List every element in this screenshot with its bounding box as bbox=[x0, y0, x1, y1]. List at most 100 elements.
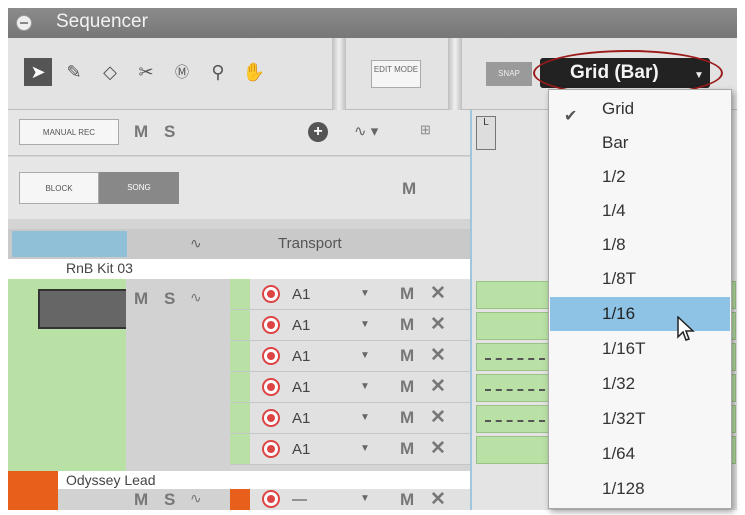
lane-mute-button[interactable]: M bbox=[400, 346, 414, 366]
record-enable-icon[interactable] bbox=[262, 378, 280, 396]
track-name: RnB Kit 03 bbox=[66, 260, 133, 276]
track-controls: M S ∿ bbox=[58, 489, 230, 510]
block-song-row: BLOCK SONG M bbox=[8, 157, 470, 219]
menu-item-1-32t[interactable]: 1/32T bbox=[550, 402, 730, 436]
edit-mode-button[interactable]: EDIT MODE bbox=[371, 60, 421, 88]
menu-item-1-16[interactable]: 1/16 bbox=[550, 297, 730, 331]
lane-mute-button[interactable]: M bbox=[400, 377, 414, 397]
lane-note: A1 bbox=[292, 441, 311, 458]
menu-item-1-4[interactable]: 1/4 bbox=[550, 194, 730, 228]
lane-mute-button[interactable]: M bbox=[400, 315, 414, 335]
automation-icon[interactable]: ∿ bbox=[190, 235, 202, 252]
chevron-down-icon[interactable]: ▼ bbox=[360, 443, 370, 454]
song-mode-button[interactable]: SONG bbox=[99, 172, 179, 204]
chevron-down-icon[interactable]: ▼ bbox=[360, 288, 370, 299]
track-color-strip bbox=[8, 279, 128, 471]
automation-icon[interactable]: ∿ bbox=[190, 490, 202, 507]
snap-button[interactable]: SNAP bbox=[486, 62, 532, 86]
chevron-down-icon[interactable]: ▼ bbox=[360, 319, 370, 330]
record-enable-icon[interactable] bbox=[262, 490, 280, 508]
lane-delete-icon[interactable]: ✕ bbox=[430, 488, 446, 510]
chevron-down-icon[interactable]: ▼ bbox=[360, 412, 370, 423]
record-enable-icon[interactable] bbox=[262, 347, 280, 365]
menu-item-1-8[interactable]: 1/8 bbox=[550, 228, 730, 262]
transport-strip[interactable] bbox=[12, 231, 127, 257]
loop-left-marker-icon[interactable]: L bbox=[476, 116, 496, 150]
window-title: Sequencer bbox=[56, 11, 148, 32]
lane-note: A1 bbox=[292, 286, 311, 303]
record-enable-icon[interactable] bbox=[262, 409, 280, 427]
lane-delete-icon[interactable]: ✕ bbox=[430, 313, 446, 336]
mute-button[interactable]: M bbox=[134, 490, 148, 510]
eraser-tool-icon[interactable]: ◇ bbox=[96, 58, 124, 86]
mute-button[interactable]: M bbox=[134, 289, 148, 309]
lane-note: — bbox=[292, 491, 307, 508]
menu-item-1-8t[interactable]: 1/8T bbox=[550, 262, 730, 296]
menu-item-1-16t[interactable]: 1/16T bbox=[550, 332, 730, 366]
device-thumbnail bbox=[38, 289, 128, 329]
transport-track: ∿ Transport bbox=[8, 229, 470, 259]
lane-mute-button[interactable]: M bbox=[400, 490, 414, 510]
record-enable-icon[interactable] bbox=[262, 285, 280, 303]
song-mute-button[interactable]: M bbox=[402, 179, 416, 199]
solo-button[interactable]: S bbox=[164, 289, 175, 309]
lane-note: A1 bbox=[292, 379, 311, 396]
lane-mute-button[interactable]: M bbox=[400, 439, 414, 459]
block-mode-button[interactable]: BLOCK bbox=[19, 172, 99, 204]
lane-row[interactable]: A1 ▼ M ✕ bbox=[230, 434, 470, 465]
lane-row[interactable]: A1 ▼ M ✕ bbox=[230, 279, 470, 310]
menu-item-1-128[interactable]: 1/128 bbox=[550, 472, 730, 506]
pencil-tool-icon[interactable]: ✎ bbox=[60, 58, 88, 86]
record-enable-icon[interactable] bbox=[262, 440, 280, 458]
lane-delete-icon[interactable]: ✕ bbox=[430, 282, 446, 305]
track-header-rnb[interactable]: RnB Kit 03 bbox=[8, 259, 470, 279]
add-track-icon[interactable]: + bbox=[308, 122, 328, 142]
track-header-odyssey[interactable]: Odyssey Lead bbox=[8, 471, 470, 489]
lane-delete-icon[interactable]: ✕ bbox=[430, 375, 446, 398]
lane-row[interactable]: A1 ▼ M ✕ bbox=[230, 341, 470, 372]
menu-item-bar[interactable]: Bar bbox=[550, 126, 730, 160]
automation-icon[interactable]: ∿ ▾ bbox=[354, 122, 378, 140]
menu-item-grid[interactable]: ✔ Grid bbox=[550, 92, 730, 126]
transport-label: Transport bbox=[278, 235, 342, 252]
menu-item-1-2[interactable]: 1/2 bbox=[550, 160, 730, 194]
arrow-tool-icon[interactable]: ➤ bbox=[24, 58, 52, 86]
lane-delete-icon[interactable]: ✕ bbox=[430, 406, 446, 429]
lane-mute-button[interactable]: M bbox=[400, 284, 414, 304]
solo-button[interactable]: S bbox=[164, 122, 175, 142]
lane-row[interactable]: — ▼ M ✕ bbox=[230, 489, 470, 510]
track-header-panel: MANUAL REC M S + ∿ ▾ ⊞ BLOCK SONG M ∿ Tr… bbox=[8, 110, 470, 510]
lane-row[interactable]: A1 ▼ M ✕ bbox=[230, 403, 470, 434]
razor-tool-icon[interactable]: ✂ bbox=[132, 58, 160, 86]
track-name: Odyssey Lead bbox=[66, 472, 156, 488]
chevron-down-icon[interactable]: ▼ bbox=[360, 350, 370, 361]
solo-button[interactable]: S bbox=[164, 490, 175, 510]
lane-delete-icon[interactable]: ✕ bbox=[430, 437, 446, 460]
hand-tool-icon[interactable]: ✋ bbox=[240, 58, 268, 86]
mute-button[interactable]: M bbox=[134, 122, 148, 142]
mute-tool-icon[interactable]: Ⓜ bbox=[168, 58, 196, 86]
collapse-icon[interactable] bbox=[16, 15, 32, 31]
magnify-tool-icon[interactable]: ⚲ bbox=[204, 58, 232, 86]
menu-item-1-64[interactable]: 1/64 bbox=[550, 437, 730, 471]
track-controls: M S ∿ bbox=[126, 279, 230, 471]
lane-row[interactable]: A1 ▼ M ✕ bbox=[230, 372, 470, 403]
mouse-pointer-icon bbox=[677, 316, 695, 341]
automation-icon[interactable]: ∿ bbox=[190, 289, 202, 306]
grid-view-icon[interactable]: ⊞ bbox=[420, 122, 431, 138]
lane-row[interactable]: A1 ▼ M ✕ bbox=[230, 310, 470, 341]
lane-note: A1 bbox=[292, 348, 311, 365]
record-enable-icon[interactable] bbox=[262, 316, 280, 334]
track-color-strip bbox=[8, 471, 58, 510]
chevron-down-icon[interactable]: ▼ bbox=[360, 493, 370, 504]
title-bar: Sequencer bbox=[8, 8, 737, 38]
lane-note: A1 bbox=[292, 410, 311, 427]
lane-delete-icon[interactable]: ✕ bbox=[430, 344, 446, 367]
manual-rec-button[interactable]: MANUAL REC bbox=[19, 119, 119, 145]
menu-item-1-32[interactable]: 1/32 bbox=[550, 367, 730, 401]
toolbar-separator bbox=[332, 38, 346, 110]
lane-note: A1 bbox=[292, 317, 311, 334]
grid-dropdown-menu: ✔ Grid Bar 1/2 1/4 1/8 1/8T 1/16 1/16T 1/… bbox=[548, 89, 732, 509]
chevron-down-icon[interactable]: ▼ bbox=[360, 381, 370, 392]
lane-mute-button[interactable]: M bbox=[400, 408, 414, 428]
